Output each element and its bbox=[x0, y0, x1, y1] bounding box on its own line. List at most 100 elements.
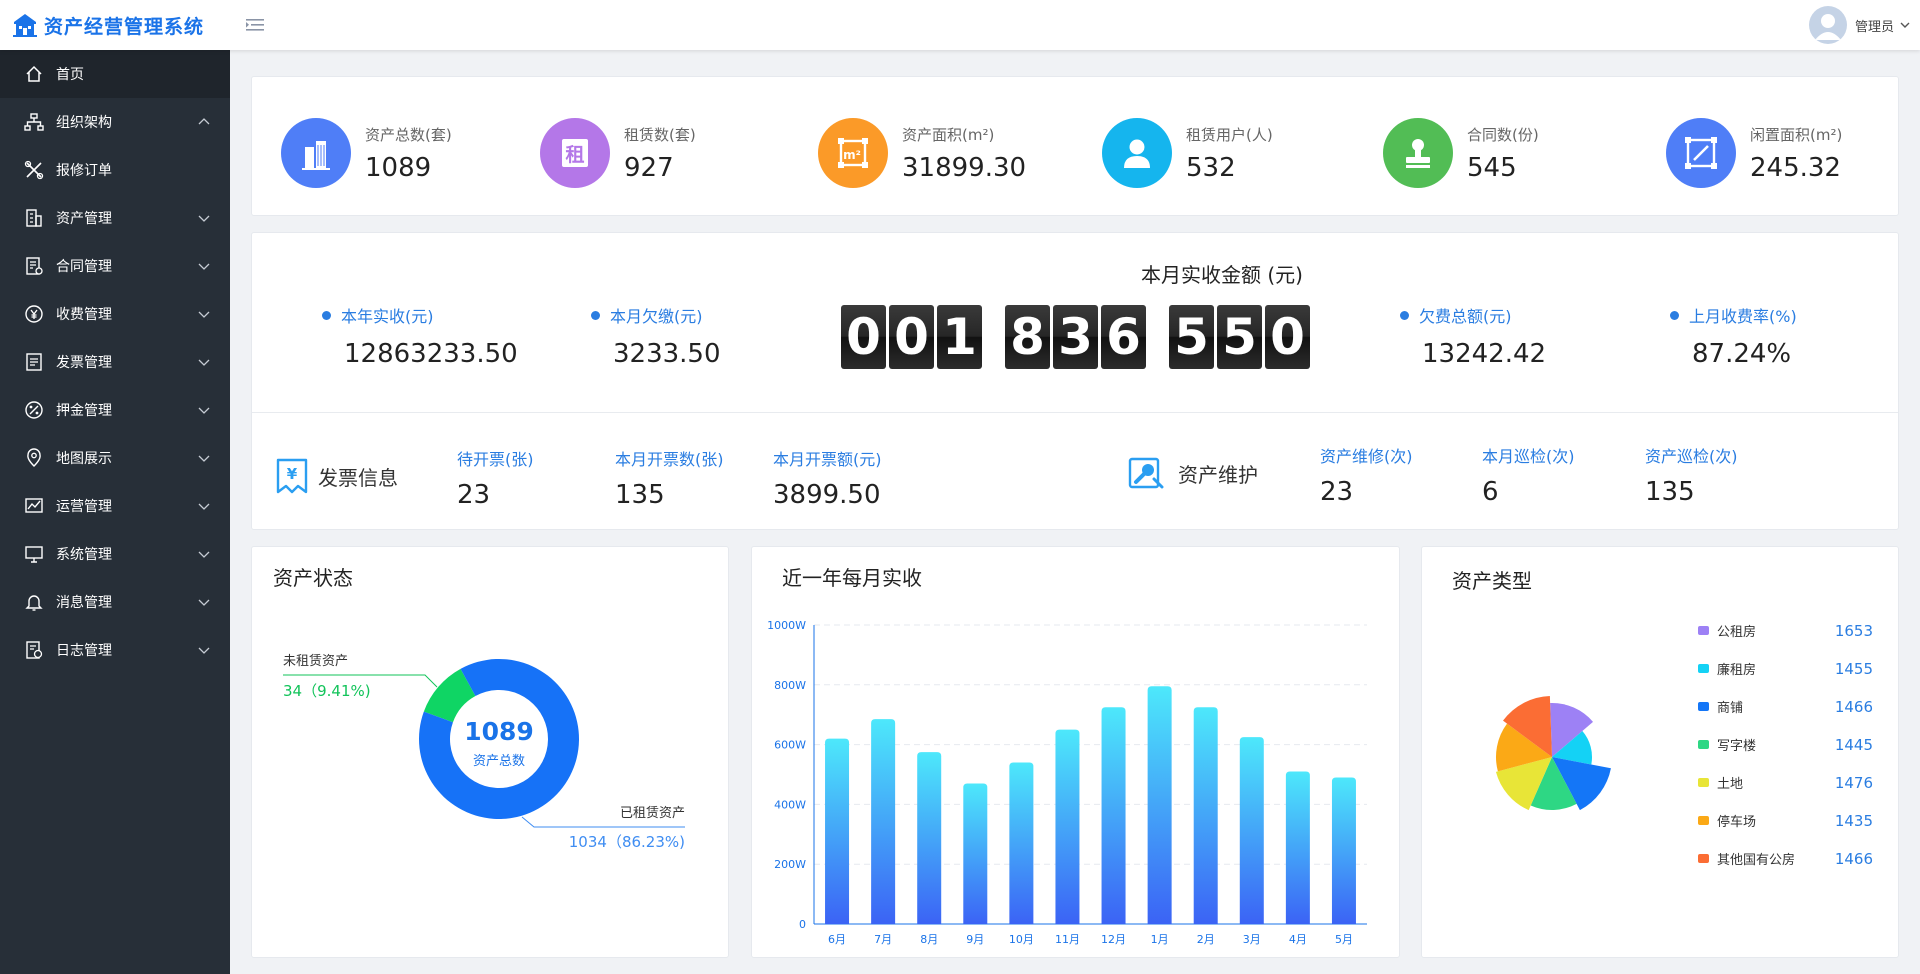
sidebar-item[interactable]: 报修订单 bbox=[0, 146, 230, 194]
maintenance-label: 资产维修(次) bbox=[1320, 447, 1413, 466]
chevron-down-icon bbox=[198, 311, 210, 318]
stat-label: 租赁数(套) bbox=[624, 125, 696, 144]
divider bbox=[252, 412, 1898, 413]
legend-item[interactable]: 廉租房 1455 bbox=[1698, 659, 1873, 678]
maintenance-label: 资产巡检(次) bbox=[1645, 447, 1738, 466]
rented-label: 已租赁资产 bbox=[620, 806, 685, 821]
sidebar-item-label: 地图展示 bbox=[56, 451, 112, 467]
chevron-down-icon bbox=[198, 599, 210, 606]
svg-text:租: 租 bbox=[565, 144, 584, 166]
building-icon bbox=[24, 208, 44, 228]
sidebar-item-label: 系统管理 bbox=[56, 547, 112, 563]
sidebar-item-label: 资产管理 bbox=[56, 211, 112, 227]
maintenance-title: 资产维护 bbox=[1178, 462, 1258, 487]
area-icon: m² bbox=[838, 138, 868, 168]
sidebar-item[interactable]: 组织架构 bbox=[0, 98, 230, 146]
percent-icon bbox=[24, 400, 44, 420]
counter-digit: 5 bbox=[1169, 305, 1214, 369]
legend-value: 1653 bbox=[1834, 621, 1873, 640]
bar[interactable] bbox=[1055, 729, 1080, 924]
sidebar-item[interactable]: 日志管理 bbox=[0, 626, 230, 674]
finance-label: 本年实收(元) bbox=[341, 307, 434, 326]
sidebar-item[interactable]: 资产管理 bbox=[0, 194, 230, 242]
stat-item: 资产总数(套) 1089 bbox=[281, 117, 452, 189]
bar[interactable] bbox=[1147, 686, 1172, 924]
digit-gap bbox=[985, 305, 1005, 369]
counter-digit: 6 bbox=[1101, 305, 1146, 369]
maintenance-label: 本月巡检(次) bbox=[1482, 447, 1575, 466]
bar[interactable] bbox=[1101, 707, 1126, 924]
sidebar-item-label: 发票管理 bbox=[56, 355, 112, 371]
bullet-dot bbox=[1670, 310, 1679, 320]
bar[interactable] bbox=[1239, 737, 1264, 924]
legend-label: 商铺 bbox=[1717, 701, 1744, 716]
bar[interactable] bbox=[1331, 777, 1356, 924]
bar[interactable] bbox=[825, 738, 850, 924]
sidebar-item-label: 首页 bbox=[56, 67, 84, 83]
invoice-label: 待开票(张) bbox=[457, 450, 534, 469]
sidebar-item[interactable]: 发票管理 bbox=[0, 338, 230, 386]
bullet-dot bbox=[322, 310, 331, 320]
stat-value: 545 bbox=[1467, 152, 1517, 183]
user-menu[interactable]: 管理员 bbox=[1808, 5, 1920, 45]
sidebar-item[interactable]: 消息管理 bbox=[0, 578, 230, 626]
maintenance-value: 6 bbox=[1482, 477, 1499, 507]
sidebar-item-label: 合同管理 bbox=[56, 259, 112, 275]
stat-label: 资产总数(套) bbox=[365, 125, 452, 144]
bar[interactable] bbox=[1193, 707, 1218, 924]
sidebar-item-label: 组织架构 bbox=[56, 115, 112, 131]
chevron-down-icon bbox=[198, 359, 210, 366]
bar[interactable] bbox=[871, 719, 896, 924]
maintenance-info: 资产维护 bbox=[1128, 455, 1258, 491]
x-tick-label: 10月 bbox=[1009, 933, 1034, 946]
monthly-bar-chart: 0 200W 400W 600W 800W 1000W 6月 7月 8月 9月 10月 11月 12月 1… bbox=[767, 619, 1367, 946]
legend-label: 廉租房 bbox=[1717, 663, 1757, 678]
sidebar-item[interactable]: 收费管理 bbox=[0, 290, 230, 338]
sidebar-item[interactable]: 押金管理 bbox=[0, 386, 230, 434]
legend-item[interactable]: 公租房 1653 bbox=[1698, 621, 1873, 640]
svg-text:m²: m² bbox=[843, 148, 861, 162]
buildings-icon bbox=[302, 141, 330, 170]
stat-value: 1089 bbox=[365, 152, 432, 183]
stat-value: 31899.30 bbox=[902, 152, 1027, 183]
asset-type-card: 资产类型 公租房 1653 廉租房 1455 商铺 1466 写字楼 1445 土地 1476 停车… bbox=[1421, 546, 1899, 958]
x-tick-label: 4月 bbox=[1289, 933, 1307, 946]
sidebar-item[interactable]: 地图展示 bbox=[0, 434, 230, 482]
bar[interactable] bbox=[963, 783, 988, 924]
legend-value: 1476 bbox=[1834, 773, 1873, 792]
counter-digit: 8 bbox=[1005, 305, 1050, 369]
counter-digit: 0 bbox=[889, 305, 934, 369]
menu-toggle-icon[interactable] bbox=[246, 16, 264, 34]
sidebar-item[interactable]: 系统管理 bbox=[0, 530, 230, 578]
legend-item[interactable]: 土地 1476 bbox=[1698, 773, 1873, 792]
sidebar-item[interactable]: 合同管理 bbox=[0, 242, 230, 290]
legend-swatch bbox=[1698, 740, 1709, 749]
finance-total-arrears: 欠费总额(元) 13242.42 bbox=[1400, 303, 1546, 369]
bar[interactable] bbox=[1285, 771, 1310, 924]
sidebar-item-label: 运营管理 bbox=[56, 499, 112, 515]
counter-title: 本月实收金额 (元) bbox=[1141, 263, 1303, 287]
legend-item[interactable]: 其他国有公房 1466 bbox=[1698, 849, 1873, 868]
unrented-label: 未租赁资产 bbox=[283, 654, 348, 669]
x-tick-label: 8月 bbox=[920, 933, 938, 946]
legend-item[interactable]: 商铺 1466 bbox=[1698, 697, 1873, 716]
monthly-received-card: 近一年每月实收 0 200W 400W 600W 800W 1000W 6月 7月 8月 9月 10… bbox=[751, 546, 1400, 958]
chevron-down-icon bbox=[198, 215, 210, 222]
x-tick-label: 12月 bbox=[1101, 933, 1126, 946]
legend-swatch bbox=[1698, 664, 1709, 673]
sidebar-item[interactable]: 首页 bbox=[0, 50, 230, 98]
logo-house-icon bbox=[13, 14, 37, 37]
rented-value: 1034（86.23%) bbox=[569, 833, 685, 851]
chevron-down-icon bbox=[198, 551, 210, 558]
invoice-label: 本月开票额(元) bbox=[773, 450, 882, 469]
legend-swatch bbox=[1698, 626, 1709, 635]
y-tick-label: 800W bbox=[774, 679, 806, 692]
bar[interactable] bbox=[917, 752, 942, 924]
app-logo[interactable]: 资产经营管理系统 bbox=[12, 8, 204, 42]
legend-item[interactable]: 写字楼 1445 bbox=[1698, 735, 1873, 754]
amount-counter: 001836550 bbox=[841, 305, 1313, 369]
finance-month-arrears: 本月欠缴(元) 3233.50 bbox=[591, 303, 721, 369]
sidebar-item[interactable]: 运营管理 bbox=[0, 482, 230, 530]
bar[interactable] bbox=[1009, 762, 1034, 924]
legend-item[interactable]: 停车场 1435 bbox=[1698, 811, 1873, 830]
